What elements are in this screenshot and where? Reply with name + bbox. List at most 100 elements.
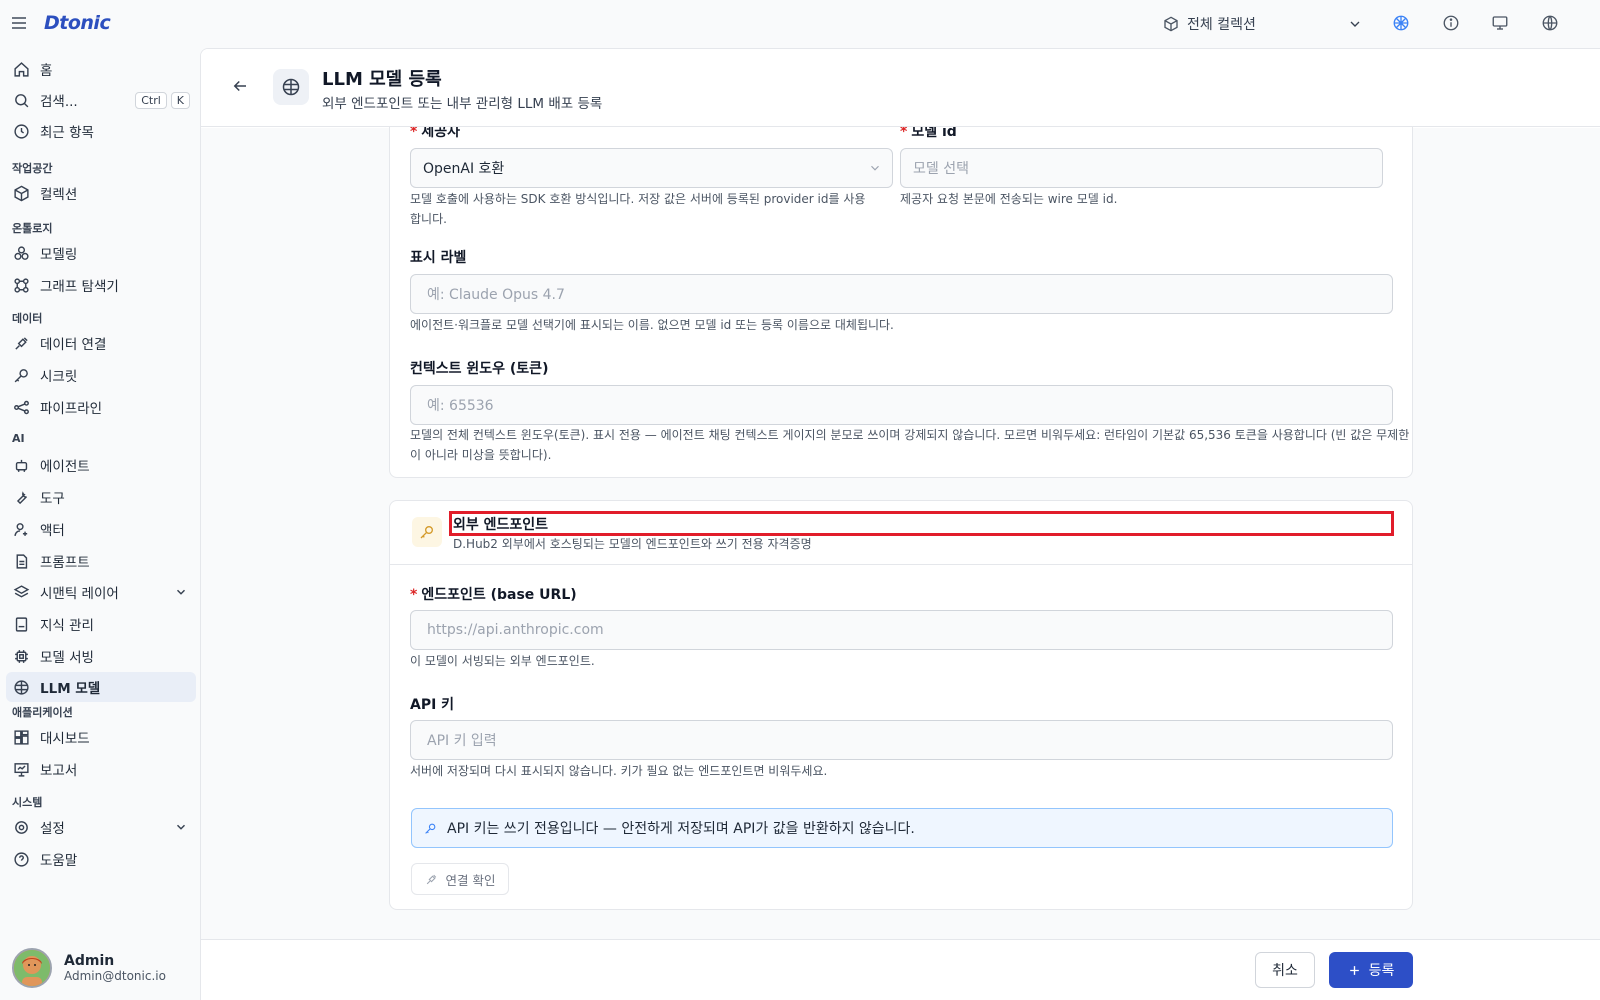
page-subtitle: 외부 엔드포인트 또는 내부 관리형 LLM 배포 등록 [322,96,603,112]
wrench-icon [16,490,27,504]
sidebar-item-pipeline[interactable]: 파이프라인 [6,392,196,422]
cube-icon [1164,16,1178,32]
sidebar-item-secret[interactable]: 시크릿 [6,360,196,390]
clock-icon [14,123,29,139]
robot-icon [15,459,28,472]
external-endpoint-subtitle: D.Hub2 외부에서 호스팅되는 모델의 엔드포인트와 쓰기 전용 자격증명 [453,537,812,551]
sidebar-item-search[interactable]: 검색... Ctrl K [6,85,196,115]
model-id-placeholder: 모델 선택 [913,161,969,177]
section-label-ai: AI [12,432,25,445]
sidebar-item-report[interactable]: 보고서 [6,754,196,784]
form-footer: 취소 등록 [201,939,1600,1000]
sidebar-item-label: 파이프라인 [40,401,103,417]
share-nodes-icon [14,400,29,414]
collection-selector[interactable]: 전체 컬렉션 [1163,13,1363,35]
sidebar-item-modeling[interactable]: 모델링 [6,238,196,268]
section-label-ontology: 온톨로지 [12,222,53,235]
context-window-label: 컨텍스트 윈도우 (토큰) [410,361,549,377]
page-title: LLM 모델 등록 [322,69,442,90]
sidebar-item-label: 최근 항목 [40,125,94,141]
section-label-data: 데이터 [12,312,43,325]
sidebar-item-settings[interactable]: 설정 [6,812,196,842]
llm-brain-icon[interactable] [1392,14,1412,34]
layers-icon [13,584,30,598]
user-profile[interactable]: Admin Admin@dtonic.io [12,948,166,988]
sidebar-item-knowledge[interactable]: 지식 관리 [6,609,196,639]
context-window-help: 모델의 전체 컨텍스트 윈도우(토큰). 표시 전용 — 에이전트 채팅 컨텍스… [410,428,1410,462]
sidebar-item-graph-explorer[interactable]: 그래프 탐색기 [6,270,196,300]
sidebar-item-label: 도움말 [40,853,78,869]
endpoint-input[interactable]: https://api.anthropic.com [410,610,1393,650]
user-name: Admin [64,953,115,969]
sidebar-item-help[interactable]: 도움말 [6,844,196,874]
gear-icon [15,820,28,834]
sidebar-item-llm-model[interactable]: LLM 모델 [6,672,196,702]
chip-icon [15,649,28,663]
sidebar-item-recent[interactable]: 최근 항목 [6,116,196,146]
context-window-input[interactable]: 예: 65536 [410,385,1393,425]
sidebar-item-model-serving[interactable]: 모델 서빙 [6,641,196,671]
api-key-notice: API 키는 쓰기 전용입니다 — 안전하게 저장되며 API가 값을 반환하지… [411,808,1393,848]
sidebar-item-label: 컬렉션 [40,187,78,203]
display-label-input[interactable]: 예: Claude Opus 4.7 [410,274,1393,314]
search-icon [15,93,29,107]
dashboard-icon [14,729,29,745]
back-arrow-icon[interactable] [231,77,251,97]
sidebar-item-prompt[interactable]: 프롬프트 [6,546,196,576]
info-icon[interactable] [1442,14,1462,34]
brain-icon [273,69,309,105]
submit-button-label: 등록 [1368,963,1395,979]
sidebar-item-label: 지식 관리 [40,618,94,634]
monitor-icon[interactable] [1491,14,1511,34]
form-content: * 제공사 * 모델 id OpenAI 호환 모델 선택 모델 호출에 사용하는 … [201,98,1600,988]
menu-icon[interactable] [10,14,30,34]
sidebar-item-semantic-layer[interactable]: 시맨틱 레이어 [6,577,196,607]
api-key-help: 서버에 저장되며 다시 표시되지 않습니다. 키가 필요 없는 엔드포인트면 비… [410,764,828,778]
sidebar-item-label: 시맨틱 레이어 [40,586,119,602]
highlight-box [449,511,1394,536]
app-logo[interactable]: Dtonic [44,12,111,34]
plug-icon [426,874,436,884]
document-icon [16,553,28,569]
provider-help: 모델 호출에 사용하는 SDK 호환 방식입니다. 저장 값은 서버에 등록된 … [410,192,866,226]
display-label-placeholder: 예: Claude Opus 4.7 [427,287,565,303]
globe-icon[interactable] [1541,14,1561,34]
sidebar-item-label: 설정 [40,821,65,837]
sidebar-item-data-connection[interactable]: 데이터 연결 [6,328,196,358]
kbd-k: K [170,91,190,109]
sidebar-item-label: 도구 [40,491,65,507]
external-endpoint-card: 외부 엔드포인트 D.Hub2 외부에서 호스팅되는 모델의 엔드포인트와 쓰기… [389,500,1413,910]
endpoint-placeholder: https://api.anthropic.com [427,622,604,638]
sidebar-item-agent[interactable]: 에이전트 [6,450,196,480]
sidebar-item-actor[interactable]: 액터 [6,514,196,544]
key-icon [425,823,436,834]
sidebar-item-dashboard[interactable]: 대시보드 [6,722,196,752]
key-icon [14,368,28,382]
sidebar-item-label: 프롬프트 [40,555,90,571]
sidebar-item-label: 그래프 탐색기 [40,279,119,295]
cancel-button[interactable]: 취소 [1255,952,1315,988]
sidebar-item-label: 보고서 [40,763,78,779]
submit-button[interactable]: 등록 [1329,952,1413,988]
kbd-ctrl: Ctrl [135,91,167,109]
collection-selector-label: 전체 컬렉션 [1187,17,1256,33]
sidebar-item-collection[interactable]: 컬렉션 [6,178,196,208]
test-connection-button[interactable]: 연결 확인 [411,863,509,895]
help-circle-icon [14,851,29,867]
cube-icon [14,185,29,201]
model-id-help: 제공자 요청 본문에 전송되는 wire 모델 id. [900,192,1118,206]
book-icon [15,616,28,632]
chevron-down-icon [176,589,186,595]
sidebar-item-home[interactable]: 홈 [6,54,196,84]
chevron-down-icon [1350,21,1360,27]
model-id-select[interactable]: 모델 선택 [900,148,1383,188]
sidebar-item-tool[interactable]: 도구 [6,482,196,512]
sidebar: 홈 검색... Ctrl K 최근 항목 작업공간 컬렉션 온톨로지 모델링 그… [0,48,200,1000]
presentation-icon [14,762,29,777]
graph-icon [14,277,29,293]
chevron-down-icon [871,165,879,171]
provider-select[interactable]: OpenAI 호환 [410,148,893,188]
display-label-help: 에이전트·워크플로 모델 선택기에 표시되는 이름. 없으면 모델 id 또는 … [410,318,894,332]
user-email: Admin@dtonic.io [64,969,166,983]
api-key-input[interactable]: API 키 입력 [410,720,1393,760]
